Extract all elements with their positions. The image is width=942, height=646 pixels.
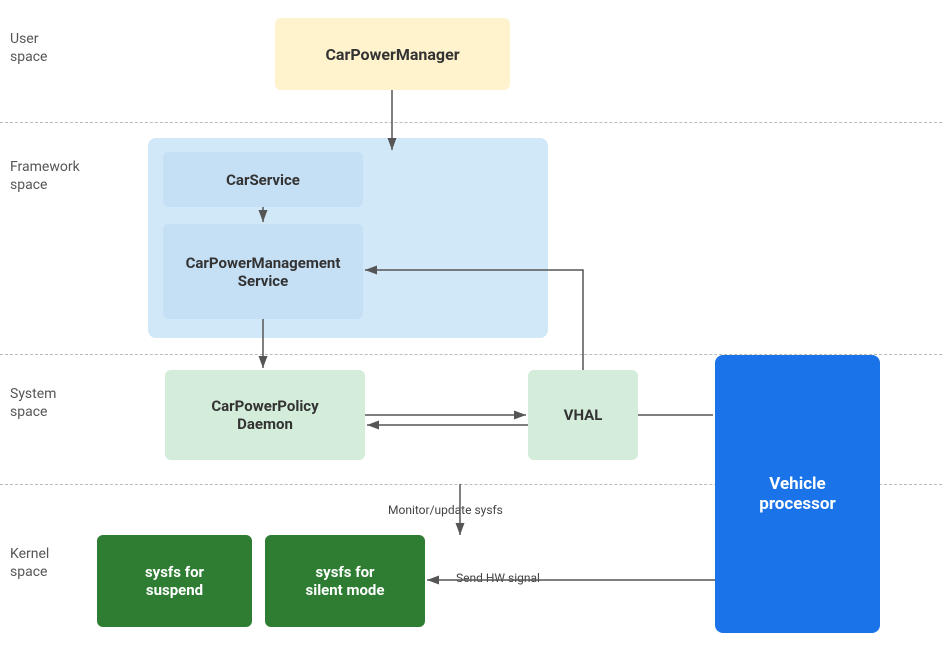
send-hw-label: Send HW signal [456,571,540,585]
car-power-policy-daemon-box: CarPowerPolicyDaemon [165,370,365,460]
lane-framework-space: Frameworkspace [10,158,80,194]
sysfs-suspend-box: sysfs forsuspend [97,535,252,627]
divider-1 [0,122,942,123]
lane-user-space: Userspace [10,30,47,66]
car-power-management-service-box: CarPowerManagementService [163,224,363,319]
car-service-box: CarService [163,152,363,207]
diagram-container: Userspace Frameworkspace Systemspace Ker… [0,0,942,646]
vehicle-processor-box: Vehicleprocessor [715,355,880,633]
vhal-box: VHAL [528,370,638,460]
lane-kernel-space: Kernelspace [10,545,49,581]
monitor-update-label: Monitor/update sysfs [388,503,503,517]
sysfs-silent-mode-box: sysfs forsilent mode [265,535,425,627]
lane-system-space: Systemspace [10,385,56,421]
car-power-manager-box: CarPowerManager [275,18,510,90]
